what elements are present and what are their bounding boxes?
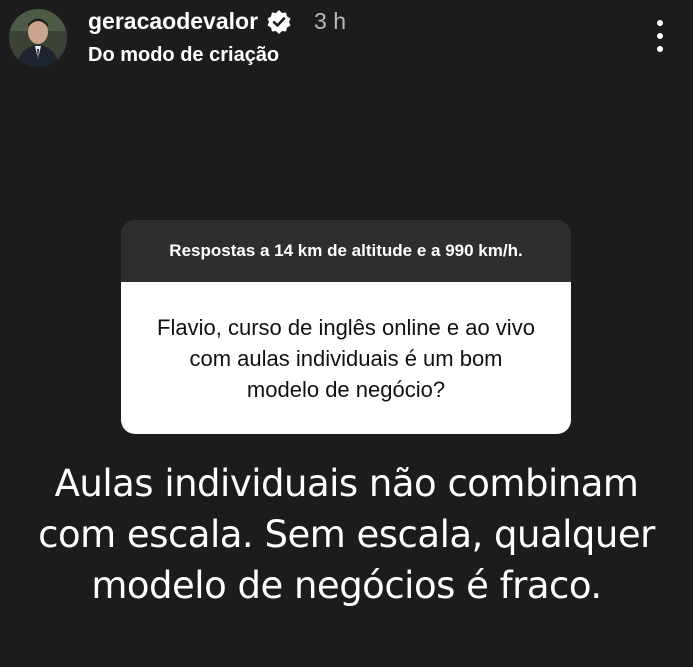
question-text: Flavio, curso de inglês online e ao vivo… [157,314,535,402]
username-row: geracaodevalor 3 h [88,8,346,35]
story-subtitle[interactable]: Do modo de criação [88,44,279,67]
story-header: geracaodevalor 3 h Do modo de criação [0,0,693,72]
question-sticker-body: Flavio, curso de inglês online e ao vivo… [121,282,571,434]
more-vertical-icon-dot [657,46,663,52]
username[interactable]: geracaodevalor [88,8,258,35]
question-sticker-title: Respostas a 14 km de altitude e a 990 km… [169,241,523,260]
story-timestamp: 3 h [314,8,347,34]
more-vertical-icon-dot [657,33,663,39]
more-options-button[interactable] [648,20,672,52]
question-sticker-header: Respostas a 14 km de altitude e a 990 km… [121,220,571,282]
verified-badge-icon [266,9,292,35]
more-vertical-icon [657,20,663,26]
answer-text: Aulas individuais não combinam com escal… [38,462,655,607]
profile-avatar[interactable] [9,9,67,67]
question-sticker[interactable]: Respostas a 14 km de altitude e a 990 km… [121,220,571,434]
